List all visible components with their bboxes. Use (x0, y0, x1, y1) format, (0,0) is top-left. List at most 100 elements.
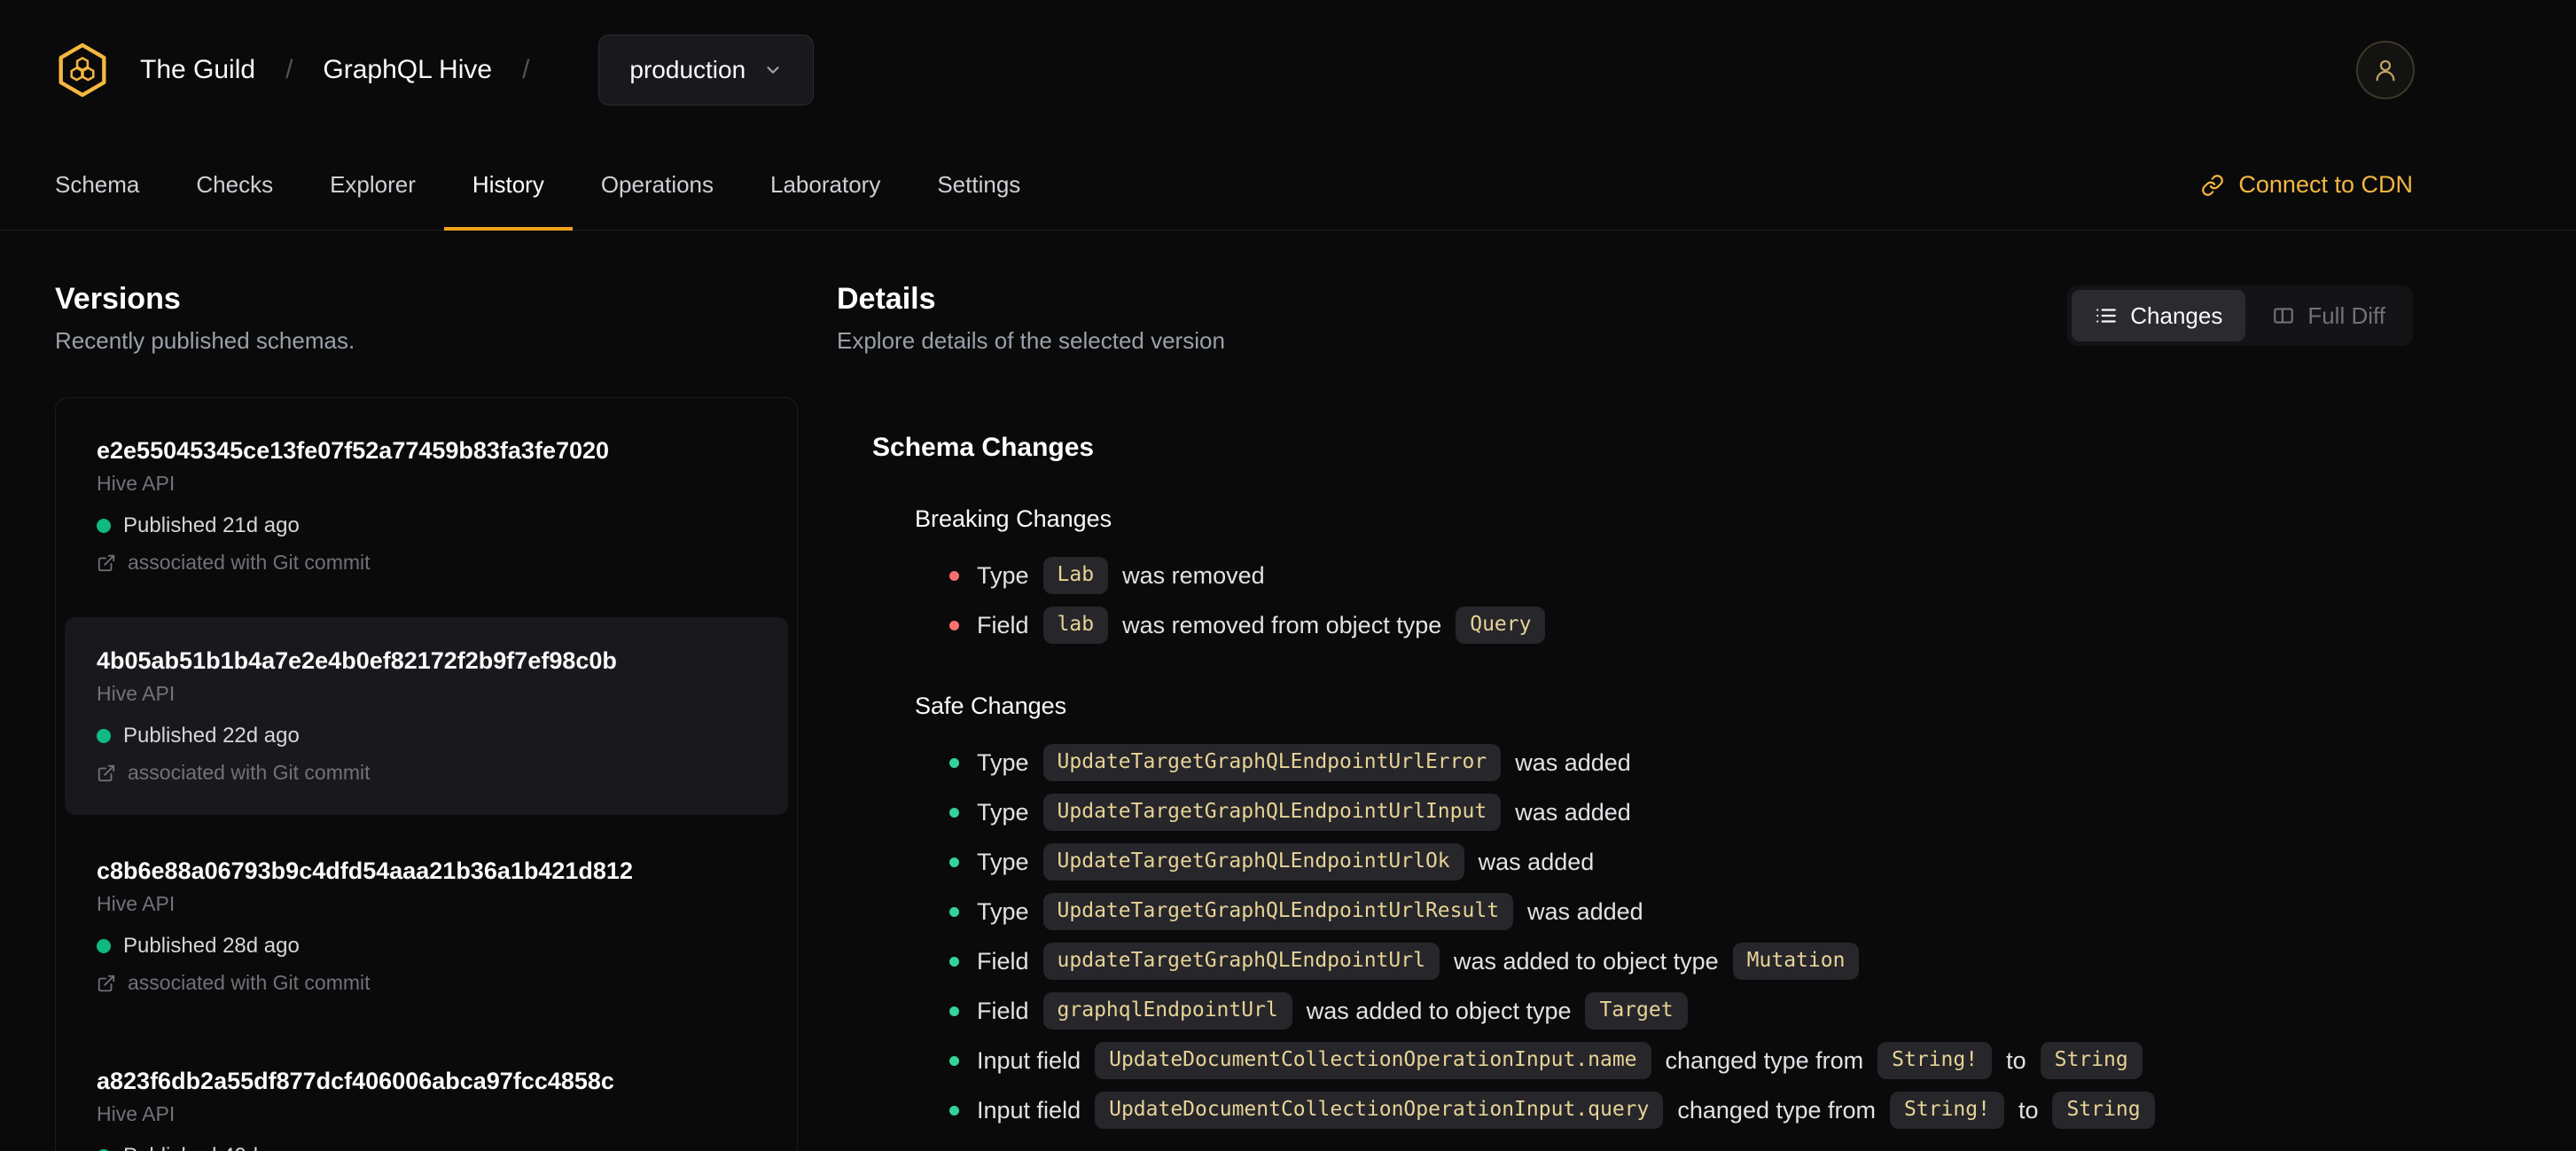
version-published-label: Published 40d ago (123, 1144, 300, 1151)
code-chip: lab (1042, 607, 1109, 644)
version-published-label: Published 28d ago (123, 934, 300, 958)
versions-panel: Versions Recently published schemas. e2e… (55, 282, 798, 1151)
change-item: Input field UpdateDocumentCollectionOpera… (949, 1036, 2413, 1085)
change-item: Type UpdateTargetGraphQLEndpointUrlError w… (949, 738, 2413, 787)
tab-schema[interactable]: Schema (27, 140, 168, 230)
change-text: was added (1527, 897, 1643, 925)
external-link-icon (97, 553, 116, 573)
code-chip: String (2052, 1092, 2155, 1129)
change-text: Type (977, 798, 1029, 826)
version-service: Hive API (97, 472, 176, 495)
version-service: Hive API (97, 1102, 176, 1125)
tab-history[interactable]: History (443, 140, 573, 231)
target-selector[interactable]: production (598, 35, 815, 106)
version-hash: e2e55045345ce13fe07f52a77459b83fa3fe7020 (97, 437, 610, 464)
change-item: Type UpdateTargetGraphQLEndpointUrlInput w… (949, 787, 2413, 837)
full-diff-view-button[interactable]: Full Diff (2249, 290, 2408, 341)
version-git-label: associated with Git commit (128, 761, 371, 784)
change-text: was removed from object type (1122, 611, 1442, 638)
change-text: changed type from (1677, 1096, 1877, 1124)
change-item: Input field UpdateDocumentCollectionOpera… (949, 1085, 2413, 1135)
breadcrumb-separator: / (522, 55, 530, 84)
version-published-label: Published 22d ago (123, 724, 300, 748)
version-git-link[interactable]: associated with Git commit (97, 971, 756, 995)
view-toggle: Changes Full Diff (2067, 286, 2413, 346)
list-icon (2095, 304, 2118, 327)
details-subtitle: Explore details of the selected version (837, 327, 1225, 354)
breadcrumb-separator: / (285, 55, 293, 84)
change-text: Field (977, 611, 1029, 638)
external-link-icon (97, 763, 116, 783)
published-dot-icon (97, 519, 111, 533)
tab-settings[interactable]: Settings (909, 140, 1049, 230)
app-header: The Guild / GraphQL Hive / production (0, 0, 2576, 140)
connect-to-cdn-label: Connect to CDN (2238, 171, 2413, 198)
user-icon (2372, 57, 2399, 83)
details-panel: Details Explore details of the selected … (837, 282, 2413, 1135)
code-chip: graphqlEndpointUrl (1042, 992, 1292, 1030)
schema-changes: Schema Changes Breaking Changes Type Lab wa… (872, 433, 2413, 1135)
change-text: was added (1515, 748, 1631, 776)
code-chip: UpdateDocumentCollectionOperationInput.n… (1095, 1042, 1651, 1079)
change-list: Type UpdateTargetGraphQLEndpointUrlError w… (949, 738, 2413, 1135)
nav-tabs: Schema Checks Explorer History Operations Lab… (27, 140, 1049, 231)
link-icon (2201, 174, 2224, 197)
change-section-breaking: Breaking Changes Type Lab was removed Field l… (915, 505, 2413, 650)
changes-view-button[interactable]: Changes (2072, 290, 2246, 341)
versions-subtitle: Recently published schemas. (55, 327, 355, 354)
change-item: Field updateTargetGraphQLEndpointUrl was a… (949, 936, 2413, 986)
change-text: Field (977, 997, 1029, 1024)
version-git-link[interactable]: associated with Git commit (97, 551, 756, 575)
code-chip: Mutation (1732, 943, 1860, 980)
version-hash: a823f6db2a55df877dcf406006abca97fcc4858c (97, 1068, 614, 1094)
schema-changes-title: Schema Changes (872, 433, 1095, 462)
change-text: Type (977, 561, 1029, 589)
version-published: Published 28d ago (97, 934, 756, 959)
change-section-safe: Safe Changes Type UpdateTargetGraphQLEndpo… (915, 693, 2413, 1135)
change-text: was added to object type (1306, 997, 1572, 1024)
code-chip: String! (1877, 1042, 1993, 1079)
user-avatar[interactable] (2356, 41, 2415, 99)
code-chip: UpdateTargetGraphQLEndpointUrlError (1042, 744, 1502, 781)
version-git-label: associated with Git commit (128, 971, 371, 994)
main-nav: Schema Checks Explorer History Operations Lab… (0, 140, 2576, 231)
change-text: to (2006, 1046, 2026, 1074)
connect-to-cdn-link[interactable]: Connect to CDN (2201, 140, 2413, 230)
version-published: Published 21d ago (97, 513, 756, 538)
code-chip: Query (1456, 607, 1546, 644)
change-item: Type Lab was removed (949, 551, 2413, 600)
version-hash: 4b05ab51b1b4a7e2e4b0ef82172f2b9f7ef98c0b (97, 647, 617, 674)
change-text: Input field (977, 1046, 1081, 1074)
change-text: was removed (1122, 561, 1265, 589)
code-chip: UpdateTargetGraphQLEndpointUrlOk (1042, 843, 1464, 881)
change-text: was added (1478, 848, 1595, 875)
target-selector-value: production (629, 56, 746, 83)
details-header-text: Details Explore details of the selected … (837, 282, 1225, 355)
schema-changes-sections: Breaking Changes Type Lab was removed Field l… (872, 505, 2413, 1135)
change-text: was added to object type (1453, 947, 1719, 975)
code-chip: UpdateTargetGraphQLEndpointUrlInput (1042, 794, 1502, 831)
change-item: Type UpdateTargetGraphQLEndpointUrlResult… (949, 887, 2413, 936)
version-git-link[interactable]: associated with Git commit (97, 761, 756, 785)
change-item: Type UpdateTargetGraphQLEndpointUrlOk was … (949, 837, 2413, 887)
tab-explorer[interactable]: Explorer (301, 140, 444, 230)
version-service: Hive API (97, 892, 176, 915)
version-hash: c8b6e88a06793b9c4dfd54aaa21b36a1b421d812 (97, 857, 633, 884)
version-published: Published 40d ago (97, 1144, 756, 1151)
details-title: Details (837, 282, 936, 316)
published-dot-icon (97, 939, 111, 953)
tab-checks[interactable]: Checks (168, 140, 301, 230)
version-list-item[interactable]: 4b05ab51b1b4a7e2e4b0ef82172f2b9f7ef98c0b… (65, 617, 788, 815)
version-list-item[interactable]: e2e55045345ce13fe07f52a77459b83fa3fe7020… (65, 407, 788, 605)
main-content: Versions Recently published schemas. e2e… (0, 231, 2576, 1151)
version-list-item[interactable]: c8b6e88a06793b9c4dfd54aaa21b36a1b421d812… (65, 827, 788, 1025)
breadcrumb-org[interactable]: The Guild (140, 55, 255, 85)
tab-operations[interactable]: Operations (573, 140, 742, 230)
tab-laboratory[interactable]: Laboratory (742, 140, 909, 230)
breadcrumb-project[interactable]: GraphQL Hive (323, 55, 492, 85)
hive-logo-icon[interactable] (55, 43, 110, 98)
change-text: Type (977, 897, 1029, 925)
version-list: e2e55045345ce13fe07f52a77459b83fa3fe7020… (55, 397, 798, 1151)
version-list-item[interactable]: a823f6db2a55df877dcf406006abca97fcc4858c… (65, 1037, 788, 1151)
change-text: Type (977, 848, 1029, 875)
